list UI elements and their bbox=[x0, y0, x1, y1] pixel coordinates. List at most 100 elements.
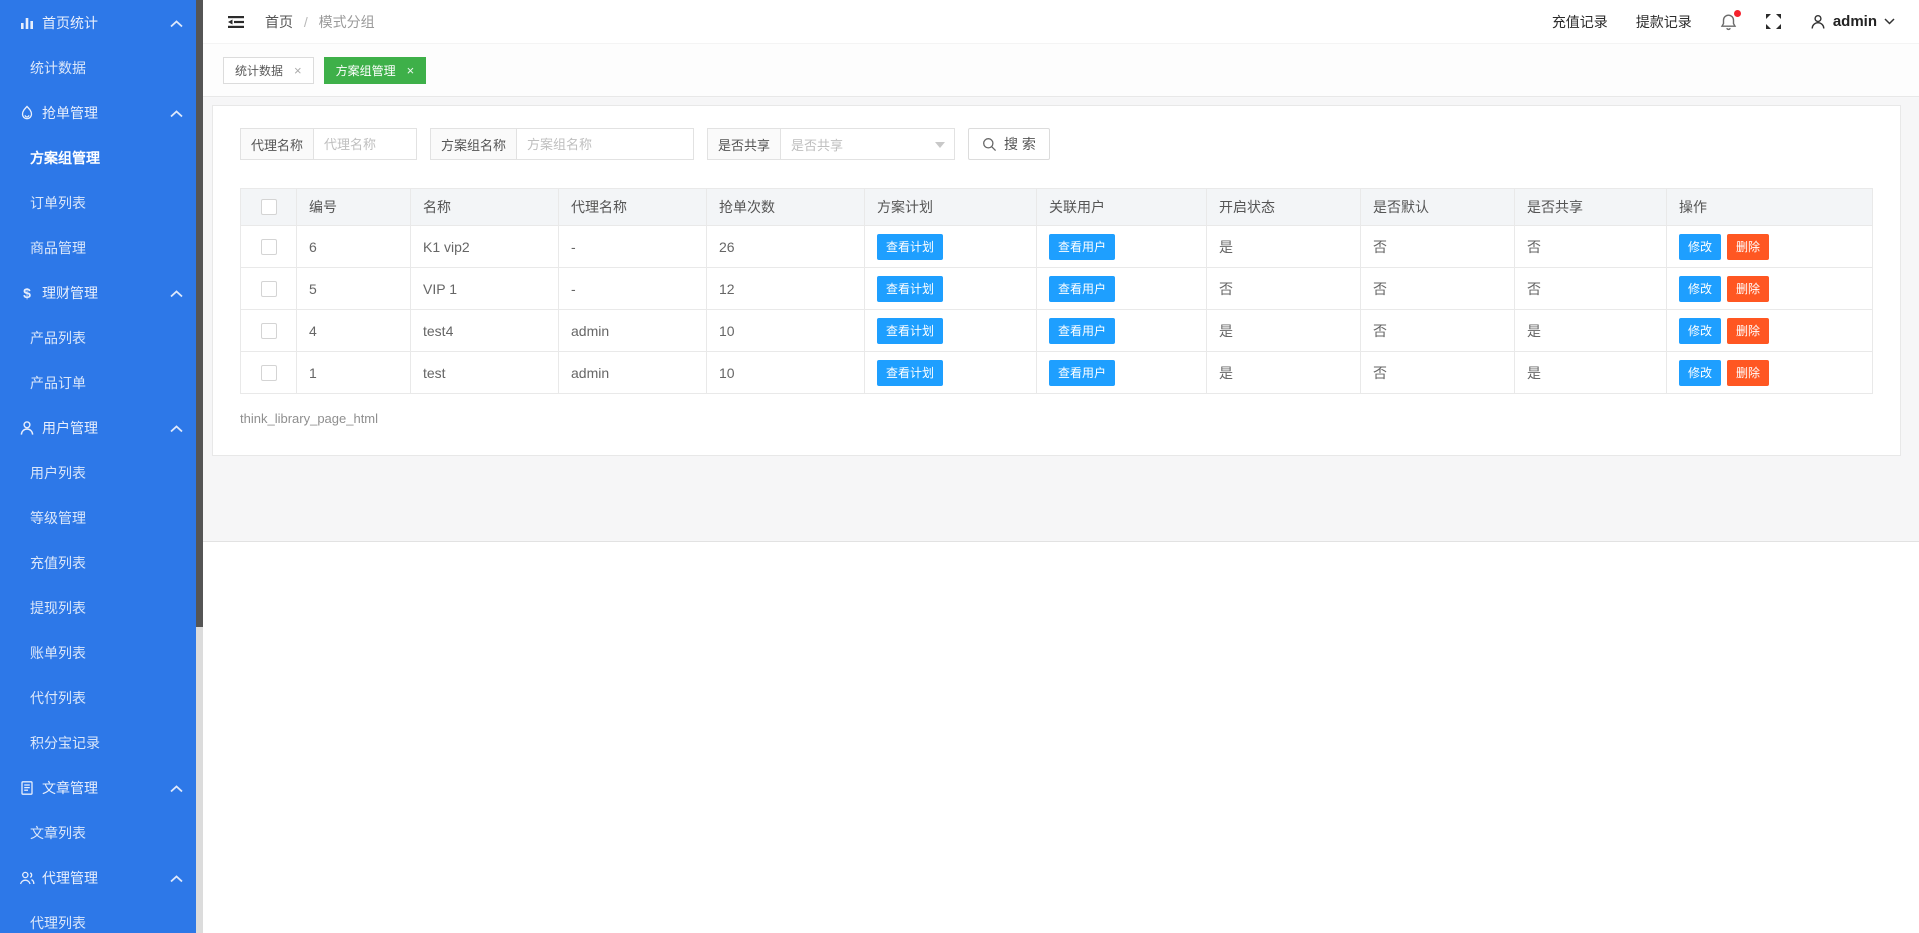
cell-linked-users: 查看用户 bbox=[1037, 226, 1207, 268]
sidebar-item-payout-list[interactable]: 代付列表 bbox=[0, 675, 196, 720]
sidebar-scrollbar[interactable] bbox=[196, 0, 203, 933]
cell-is-default: 否 bbox=[1361, 226, 1515, 268]
row-checkbox[interactable] bbox=[261, 365, 277, 381]
agent-name-filter-label: 代理名称 bbox=[240, 128, 313, 160]
view-users-button[interactable]: 查看用户 bbox=[1049, 360, 1115, 386]
withdraw-records-link[interactable]: 提款记录 bbox=[1636, 12, 1692, 32]
sidebar-collapse-icon[interactable] bbox=[227, 14, 245, 30]
plan-group-name-input[interactable] bbox=[516, 128, 694, 160]
view-plan-button[interactable]: 查看计划 bbox=[877, 318, 943, 344]
chevron-up-icon bbox=[170, 780, 183, 796]
fire-icon bbox=[18, 104, 35, 121]
row-checkbox[interactable] bbox=[261, 281, 277, 297]
sidebar-group-grab-order-management[interactable]: 抢单管理 bbox=[0, 90, 196, 135]
sidebar-group-finance-management[interactable]: $理财管理 bbox=[0, 270, 196, 315]
sidebar-group-home-stats[interactable]: 首页统计 bbox=[0, 0, 196, 45]
sidebar-group-user-management[interactable]: 用户管理 bbox=[0, 405, 196, 450]
notification-bell-icon[interactable] bbox=[1720, 13, 1737, 31]
sidebar-item-goods-management[interactable]: 商品管理 bbox=[0, 225, 196, 270]
edit-button[interactable]: 修改 bbox=[1679, 318, 1721, 344]
sidebar-item-plan-group-management[interactable]: 方案组管理 bbox=[0, 135, 196, 180]
sidebar-item-level-management[interactable]: 等级管理 bbox=[0, 495, 196, 540]
sidebar-item-bill-list[interactable]: 账单列表 bbox=[0, 630, 196, 675]
sidebar-item-label: 等级管理 bbox=[30, 508, 86, 528]
sidebar-item-recharge-list[interactable]: 充值列表 bbox=[0, 540, 196, 585]
view-users-button[interactable]: 查看用户 bbox=[1049, 276, 1115, 302]
select-all-checkbox[interactable] bbox=[261, 199, 277, 215]
col-is-shared: 是否共享 bbox=[1515, 189, 1667, 226]
cell-name: test4 bbox=[411, 310, 559, 352]
sidebar-item-label: 积分宝记录 bbox=[30, 733, 100, 753]
cell-grab-count: 10 bbox=[707, 352, 865, 394]
cell-agent: - bbox=[559, 268, 707, 310]
fullscreen-icon[interactable] bbox=[1765, 13, 1782, 30]
user-menu[interactable]: admin bbox=[1810, 13, 1895, 30]
row-select-cell bbox=[241, 268, 297, 310]
sidebar-item-order-list[interactable]: 订单列表 bbox=[0, 180, 196, 225]
sidebar-item-product-list[interactable]: 产品列表 bbox=[0, 315, 196, 360]
agent-name-input[interactable] bbox=[313, 128, 417, 160]
cell-name: test bbox=[411, 352, 559, 394]
breadcrumb-current: 模式分组 bbox=[319, 14, 375, 30]
topbar: 首页 / 模式分组 充值记录 提款记录 bbox=[203, 0, 1919, 44]
view-users-button[interactable]: 查看用户 bbox=[1049, 318, 1115, 344]
cell-actions: 修改删除 bbox=[1667, 352, 1873, 394]
table-row: 1testadmin10查看计划查看用户是否是修改删除 bbox=[241, 352, 1873, 394]
bar-chart-icon bbox=[18, 14, 35, 31]
edit-button[interactable]: 修改 bbox=[1679, 276, 1721, 302]
cell-grab-count: 12 bbox=[707, 268, 865, 310]
is-shared-select[interactable]: 是否共享 bbox=[780, 128, 955, 160]
cell-open-status: 是 bbox=[1207, 352, 1361, 394]
delete-button[interactable]: 删除 bbox=[1727, 234, 1769, 260]
chevron-up-icon bbox=[170, 15, 183, 31]
row-checkbox[interactable] bbox=[261, 323, 277, 339]
delete-button[interactable]: 删除 bbox=[1727, 360, 1769, 386]
sidebar-group-agent-management[interactable]: 代理管理 bbox=[0, 855, 196, 900]
cell-is-shared: 否 bbox=[1515, 226, 1667, 268]
sidebar-item-label: 用户列表 bbox=[30, 463, 86, 483]
view-plan-button[interactable]: 查看计划 bbox=[877, 360, 943, 386]
search-button[interactable]: 搜 索 bbox=[968, 128, 1050, 160]
cell-plan: 查看计划 bbox=[865, 268, 1037, 310]
row-checkbox[interactable] bbox=[261, 239, 277, 255]
sidebar-item-label: 文章列表 bbox=[30, 823, 86, 843]
tab-方案组管理[interactable]: 方案组管理× bbox=[324, 57, 427, 84]
breadcrumb-home[interactable]: 首页 bbox=[265, 14, 293, 30]
view-users-button[interactable]: 查看用户 bbox=[1049, 234, 1115, 260]
chevron-up-icon bbox=[170, 870, 183, 886]
sidebar: 首页统计统计数据抢单管理方案组管理订单列表商品管理$理财管理产品列表产品订单用户… bbox=[0, 0, 196, 933]
breadcrumb-separator: / bbox=[304, 14, 308, 30]
sidebar-item-withdraw-list[interactable]: 提现列表 bbox=[0, 585, 196, 630]
cell-actions: 修改删除 bbox=[1667, 310, 1873, 352]
sidebar-item-agent-list[interactable]: 代理列表 bbox=[0, 900, 196, 933]
tab-close-icon[interactable]: × bbox=[407, 64, 415, 77]
view-plan-button[interactable]: 查看计划 bbox=[877, 276, 943, 302]
view-plan-button[interactable]: 查看计划 bbox=[877, 234, 943, 260]
cell-linked-users: 查看用户 bbox=[1037, 268, 1207, 310]
edit-button[interactable]: 修改 bbox=[1679, 360, 1721, 386]
sidebar-item-points-treasure-records[interactable]: 积分宝记录 bbox=[0, 720, 196, 765]
cell-id: 4 bbox=[297, 310, 411, 352]
cell-is-shared: 是 bbox=[1515, 352, 1667, 394]
delete-button[interactable]: 删除 bbox=[1727, 318, 1769, 344]
col-agent: 代理名称 bbox=[559, 189, 707, 226]
sidebar-item-user-list[interactable]: 用户列表 bbox=[0, 450, 196, 495]
money-icon: $ bbox=[18, 284, 35, 301]
sidebar-item-stats-data[interactable]: 统计数据 bbox=[0, 45, 196, 90]
cell-is-default: 否 bbox=[1361, 268, 1515, 310]
select-all-header bbox=[241, 189, 297, 226]
sidebar-scrollbar-thumb[interactable] bbox=[196, 0, 203, 627]
recharge-records-link[interactable]: 充值记录 bbox=[1552, 12, 1608, 32]
tab-统计数据[interactable]: 统计数据× bbox=[223, 57, 314, 84]
sidebar-item-label: 商品管理 bbox=[30, 238, 86, 258]
sidebar-item-label: 统计数据 bbox=[30, 58, 86, 78]
is-shared-select-placeholder: 是否共享 bbox=[791, 135, 843, 154]
edit-button[interactable]: 修改 bbox=[1679, 234, 1721, 260]
sidebar-item-article-list[interactable]: 文章列表 bbox=[0, 810, 196, 855]
tab-close-icon[interactable]: × bbox=[294, 64, 302, 77]
cell-plan: 查看计划 bbox=[865, 352, 1037, 394]
sidebar-item-product-orders[interactable]: 产品订单 bbox=[0, 360, 196, 405]
sidebar-group-article-management[interactable]: 文章管理 bbox=[0, 765, 196, 810]
sidebar-item-label: 方案组管理 bbox=[30, 148, 100, 168]
delete-button[interactable]: 删除 bbox=[1727, 276, 1769, 302]
